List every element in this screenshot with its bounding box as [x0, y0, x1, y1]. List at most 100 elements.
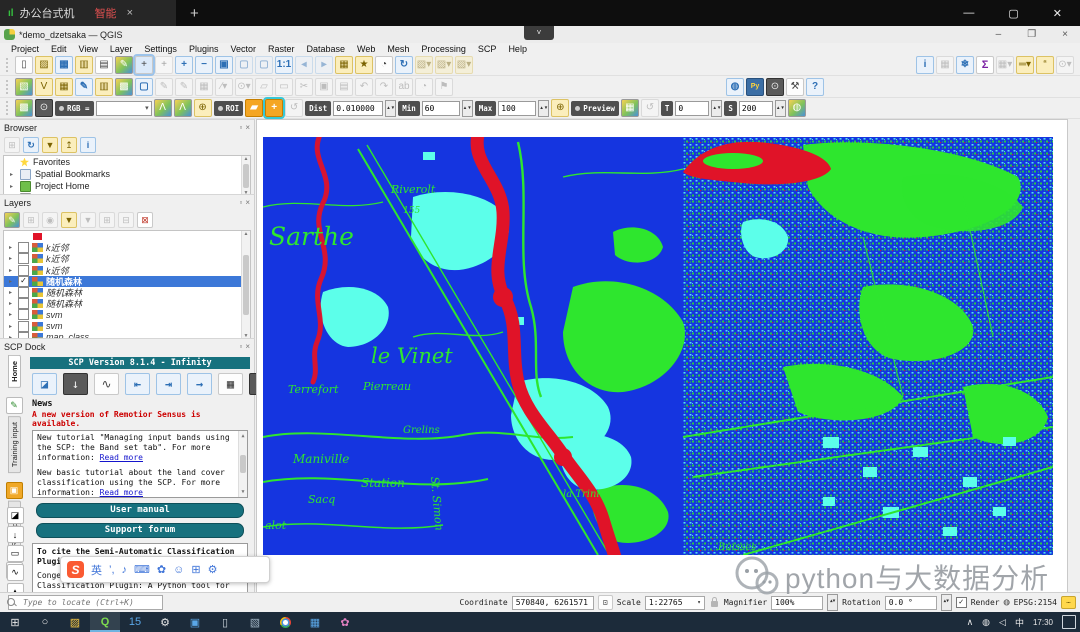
new-project-icon[interactable]: ▯	[15, 55, 33, 74]
toolbar-grip[interactable]	[6, 79, 11, 94]
ime-punctuation-icon[interactable]: ’,	[109, 564, 115, 576]
menu-item[interactable]: Mesh	[382, 44, 414, 54]
coordinate-input[interactable]	[511, 595, 594, 610]
osm-place-search-icon[interactable]: ⊙	[766, 77, 784, 96]
float-panel-icon[interactable]: ▫	[239, 342, 242, 351]
dist-spinner[interactable]: ▲▼	[385, 99, 397, 117]
run-icon[interactable]: →	[187, 373, 212, 395]
vertex-tool-icon[interactable]: ⊙▾	[235, 77, 253, 96]
spatial-bookmarks-icon[interactable]: ★	[355, 55, 373, 74]
manage-themes-icon[interactable]: ◉	[42, 212, 58, 228]
layer-row[interactable]: ▸ svm	[4, 309, 250, 321]
tray-ime-indicator[interactable]: 中	[1015, 616, 1024, 629]
paste-features-icon[interactable]: ▤	[335, 77, 353, 96]
pan-to-selection-icon[interactable]: +	[155, 55, 173, 74]
scp-plugin-icon[interactable]: ▩	[15, 99, 33, 117]
menu-item[interactable]: Project	[6, 44, 44, 54]
magnifier-spinner[interactable]: ▲▼	[827, 594, 839, 611]
spectral-plot-icon[interactable]: ∿	[94, 373, 119, 395]
band-set-side-icon[interactable]: ◪	[6, 507, 24, 524]
pan-map-icon[interactable]: +	[133, 53, 155, 76]
min-input[interactable]: 60	[421, 100, 460, 116]
remove-layer-icon[interactable]: ⊠	[137, 212, 153, 228]
ime-mic-icon[interactable]: ♪	[122, 564, 128, 576]
menu-item[interactable]: Web	[352, 44, 380, 54]
user-manual-button[interactable]: User manual	[36, 503, 244, 518]
zoom-out-icon[interactable]: −	[195, 55, 213, 74]
metasearch-icon[interactable]: ◍	[726, 77, 744, 96]
project-properties-icon[interactable]: ▤	[95, 55, 113, 74]
zoom-next-icon[interactable]: ▸	[315, 55, 333, 74]
close-panel-icon[interactable]: ×	[245, 123, 250, 132]
connection-bar-chevron[interactable]: ˅	[524, 26, 554, 40]
collapse-all-icon[interactable]: ↥	[61, 137, 77, 153]
support-forum-button[interactable]: Support forum	[36, 523, 244, 538]
browser-tree-item[interactable]: ▸ Project Home	[4, 180, 250, 192]
python-console-icon[interactable]: Py	[746, 77, 764, 96]
toggle-editing-icon[interactable]: ✎	[175, 77, 193, 96]
current-edits-icon[interactable]: ✎	[155, 77, 173, 96]
ime-emoji-icon[interactable]: ☺	[173, 564, 184, 576]
t-spinner[interactable]: ▲▼	[711, 99, 723, 117]
layer-checkbox[interactable]	[18, 264, 29, 276]
expand-all-icon[interactable]: ⊞	[99, 212, 115, 228]
add-vector-layer-icon[interactable]: V	[35, 77, 53, 96]
add-group-icon[interactable]: ⊞	[23, 212, 39, 228]
save-project-as-icon[interactable]: ▥	[75, 55, 93, 74]
layer-checkbox[interactable]	[18, 287, 29, 299]
roi-add-icon[interactable]: +	[263, 97, 286, 119]
zoom-last-icon[interactable]: ◂	[295, 55, 313, 74]
layer-checkbox[interactable]	[18, 253, 29, 265]
band-set-icon[interactable]: ◪	[32, 373, 57, 395]
dist-input[interactable]: 0.010000	[333, 100, 384, 116]
extents-icon[interactable]: ⊡	[597, 595, 613, 610]
menu-item[interactable]: Edit	[46, 44, 72, 54]
min-spinner[interactable]: ▲▼	[461, 99, 473, 117]
rgb-combobox[interactable]: ▾	[95, 100, 152, 116]
browser-tree-item[interactable]: Favorites	[4, 156, 250, 168]
menu-item[interactable]: Database	[302, 44, 351, 54]
float-panel-icon[interactable]: ▫	[239, 123, 242, 132]
measure-icon[interactable]: ═▾	[1016, 55, 1034, 74]
filter-legend-icon[interactable]: ▼	[61, 212, 77, 228]
labeling-icon[interactable]: ab	[395, 77, 413, 96]
menu-item[interactable]: Processing	[416, 44, 471, 54]
roi-redo-icon[interactable]: ↺	[285, 99, 304, 117]
add-layer-icon[interactable]: ⊞	[4, 137, 20, 153]
properties-icon[interactable]: i	[80, 137, 96, 153]
data-source-manager-icon[interactable]: ▧	[15, 77, 33, 96]
tray-network-icon[interactable]: ◍	[982, 617, 990, 628]
layer-checkbox[interactable]	[18, 275, 29, 287]
filter-browser-icon[interactable]: ▼	[42, 137, 58, 153]
save-project-icon[interactable]: ▦	[55, 55, 73, 74]
redo-icon[interactable]: ↷	[375, 77, 393, 96]
s-spinner[interactable]: ▲▼	[774, 99, 786, 117]
modify-attributes-icon[interactable]: ▱	[255, 77, 273, 96]
layer-checkbox[interactable]	[18, 309, 29, 321]
select-by-expression-icon[interactable]: ▧▾	[455, 55, 473, 74]
action-center-icon[interactable]	[1062, 615, 1076, 629]
mail-app-icon[interactable]: ▦	[300, 612, 330, 632]
scp-side-tab[interactable]: Training input	[7, 415, 21, 478]
map-tips-icon[interactable]: “	[1036, 55, 1054, 74]
rotation-input[interactable]	[884, 595, 937, 610]
calendar-app-icon[interactable]: 15	[120, 612, 150, 632]
scp-zoom-icon[interactable]: ⊙	[35, 99, 53, 117]
ruler-side-icon[interactable]: ▭	[6, 545, 24, 562]
training-input-tab-icon[interactable]: ✎	[5, 395, 23, 414]
map-canvas[interactable]: Sarthe Riverolt 155 le Vinet Terrefort Pierre…	[256, 119, 1068, 594]
refresh-browser-icon[interactable]: ↻	[23, 137, 39, 153]
tray-chevron-icon[interactable]: ∧	[967, 617, 974, 628]
settings-app-icon[interactable]: ⚙	[150, 612, 180, 632]
menu-item[interactable]: Vector	[225, 44, 261, 54]
download-products-icon[interactable]: ↓	[63, 373, 88, 395]
copy-features-icon[interactable]: ▣	[315, 77, 333, 96]
lock-scale-icon[interactable]	[710, 597, 718, 607]
ime-skin-icon[interactable]: ✿	[157, 563, 166, 576]
save-edits-icon[interactable]: ▦	[195, 77, 213, 96]
remote-close-button[interactable]: ✕	[1053, 7, 1062, 20]
news-scrollbar[interactable]: ▲ ▼	[238, 431, 247, 497]
new-tab-button[interactable]: +	[190, 5, 199, 22]
style-manager-icon[interactable]: ✎	[115, 55, 133, 74]
zoom-native-icon[interactable]: 1:1	[275, 55, 293, 74]
